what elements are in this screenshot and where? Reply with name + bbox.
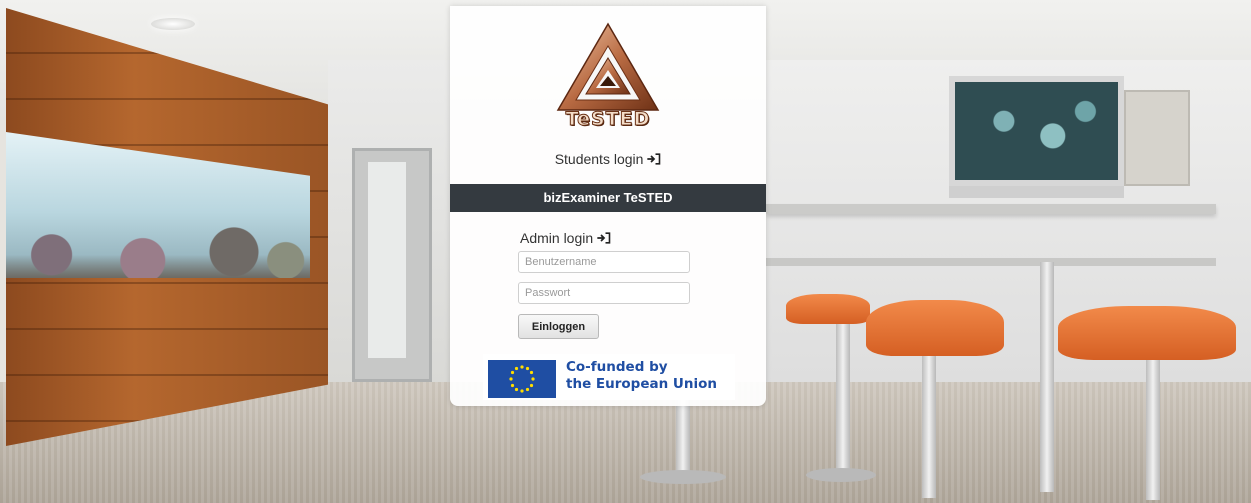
- eu-stars-icon: [509, 365, 535, 393]
- background-stool-seat: [866, 300, 1004, 356]
- login-icon: [597, 232, 611, 244]
- admin-login-label: Admin login: [520, 230, 594, 246]
- eu-text-line1: Co-funded by: [566, 359, 668, 375]
- background-stool-base: [806, 468, 876, 482]
- background-stool-pole: [922, 350, 936, 498]
- admin-login-heading: Admin login: [520, 230, 611, 246]
- password-input[interactable]: [518, 282, 690, 304]
- eu-text-line2: the European Union: [566, 376, 718, 392]
- background-shelf-lower: [766, 258, 1216, 266]
- background-stool-pole: [676, 396, 690, 476]
- students-login-label: Students login: [554, 151, 644, 167]
- students-login-link[interactable]: Students login: [450, 151, 766, 167]
- background-stool-base: [640, 470, 726, 484]
- username-input[interactable]: [518, 251, 690, 273]
- eu-cofunded-text: Co-funded by the European Union: [566, 359, 717, 393]
- background-aquarium-reef: [6, 220, 310, 278]
- background-stool-seat: [1058, 306, 1236, 360]
- login-panel: TeSTED Students login bizExaminer TeSTED…: [450, 6, 766, 406]
- eu-flag-icon: [488, 360, 556, 398]
- background-computer-monitor: [949, 76, 1124, 186]
- background-stool-pole: [836, 320, 850, 470]
- background-computer-chin: [949, 186, 1124, 198]
- background-stool-pole: [1146, 350, 1160, 500]
- background-door-glass: [368, 162, 406, 358]
- background-stool-seat: [786, 294, 870, 324]
- eu-cofunded-badge: Co-funded by the European Union: [483, 354, 735, 400]
- tested-logo: TeSTED: [554, 22, 662, 136]
- app-title-band: bizExaminer TeSTED: [450, 184, 766, 212]
- background-shelf: [766, 204, 1216, 214]
- ceiling-light: [151, 18, 195, 30]
- background-table-leg: [1040, 262, 1054, 492]
- login-button[interactable]: Einloggen: [518, 314, 599, 339]
- login-page: TeSTED Students login bizExaminer TeSTED…: [0, 0, 1251, 503]
- background-wall-picture: [1124, 90, 1190, 186]
- login-icon: [647, 153, 661, 165]
- logo-triangle-icon: [556, 22, 660, 111]
- logo-wordmark: TeSTED: [565, 108, 651, 131]
